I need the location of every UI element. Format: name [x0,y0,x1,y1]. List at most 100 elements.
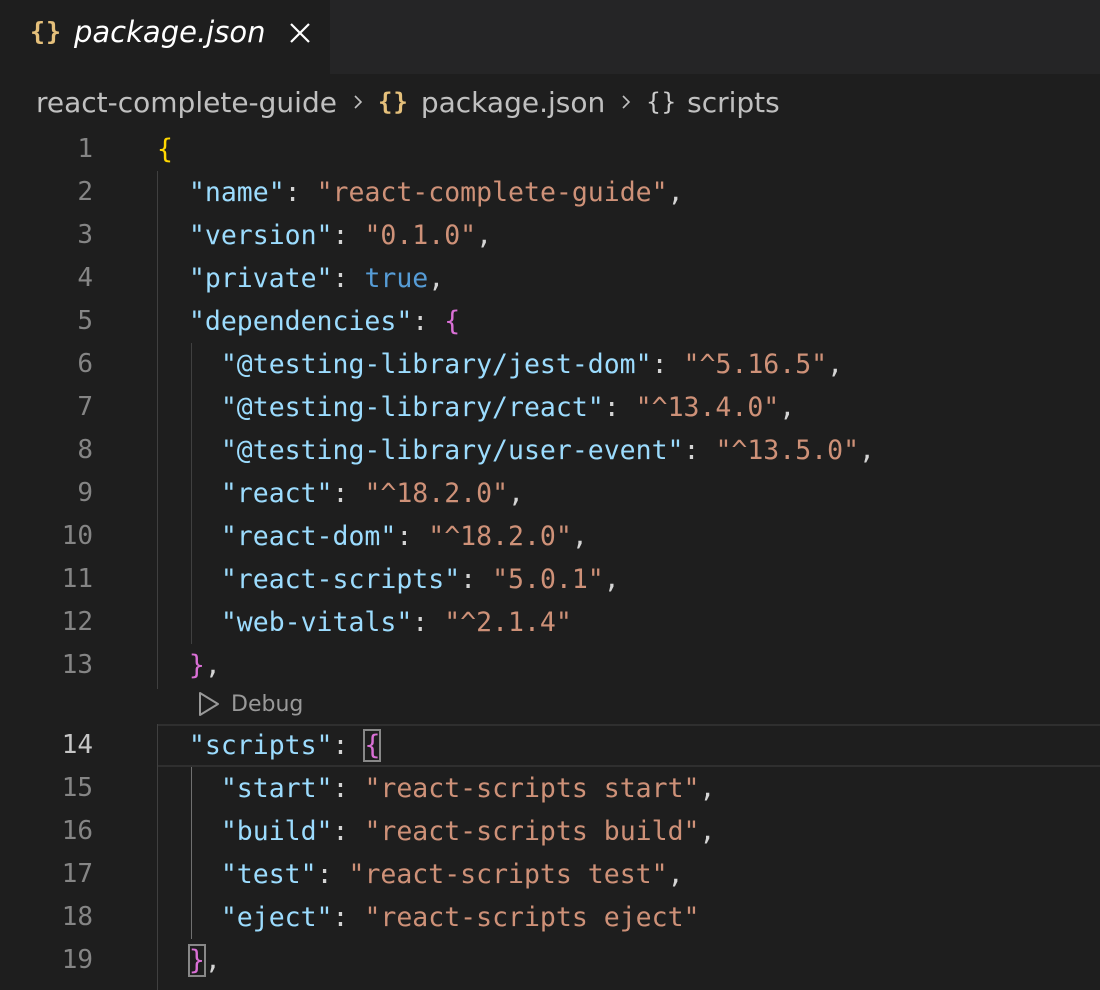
code-token: , [571,521,588,552]
line-number: 14 [61,730,93,760]
close-icon[interactable] [285,18,315,48]
code-token: "react-scripts test" [348,859,668,890]
code-line[interactable]: 17 "test": "react-scripts test", [0,853,1100,896]
code-token: : [332,902,365,933]
codelens-label: Debug [231,691,304,717]
code-token: "private" [188,263,333,294]
tab-package-json[interactable]: {} package.json [0,0,330,74]
code-token: , [859,435,875,466]
code-token: , [603,564,620,595]
code-token: , [779,392,796,423]
code-line[interactable]: 9 "react": "^18.2.0", [0,472,1100,515]
code-line[interactable]: 18 "eject": "react-scripts eject" [0,896,1100,939]
code-token: : [460,564,493,595]
code-token: "react" [220,478,333,509]
code-token: , [827,349,844,380]
breadcrumb-item-symbol[interactable]: scripts [687,86,780,119]
code-line[interactable]: 2 "name": "react-complete-guide", [0,171,1100,214]
code-token: "react-scripts build" [364,816,700,847]
object-braces-icon: {} [646,88,678,116]
code-line[interactable]: 19 }, [0,939,1100,982]
code-token: : [603,392,636,423]
json-braces-icon: {} [30,17,63,46]
code-token: : [651,349,684,380]
code-token: { [363,729,382,762]
code-text: "build": "react-scripts build", [157,810,716,853]
code-text: "test": "react-scripts test", [157,853,684,896]
code-token: : [332,478,365,509]
code-token: "start" [220,773,333,804]
code-token: "react-scripts" [220,564,461,595]
code-token: "build" [220,816,333,847]
code-token: "^18.2.0" [364,478,509,509]
code-line[interactable]: 8 "@testing-library/user-event": "^13.5.… [0,429,1100,472]
code-text: "@testing-library/user-event": "^13.5.0"… [157,429,875,472]
code-token: : [332,730,365,761]
code-token: "react-scripts start" [364,773,700,804]
play-outline-icon [199,692,219,716]
code-token: , [508,478,524,509]
code-token: , [667,859,684,890]
code-line[interactable]: 3 "version": "0.1.0", [0,214,1100,257]
code-token: "^13.5.0" [715,435,860,466]
code-token: : [396,521,429,552]
code-token: "name" [188,177,285,208]
code-line[interactable]: 10 "react-dom": "^18.2.0", [0,515,1100,558]
code-text: "eject": "react-scripts eject" [157,896,700,939]
code-token: , [699,816,716,847]
code-token: "test" [220,859,317,890]
line-number: 15 [61,773,93,803]
breadcrumb-item-folder[interactable]: react-complete-guide [36,86,337,119]
code-text: "react-dom": "^18.2.0", [157,515,588,558]
line-number: 9 [77,478,93,508]
line-number: 11 [61,564,93,594]
code-token: "react-complete-guide" [316,177,668,208]
code-editor[interactable]: Debug 1{2 "name": "react-complete-guide"… [0,128,1100,990]
code-text: "@testing-library/react": "^13.4.0", [157,386,795,429]
code-line[interactable]: 6 "@testing-library/jest-dom": "^5.16.5"… [0,343,1100,386]
code-token: , [428,263,445,294]
breadcrumb: react-complete-guide {} package.json {} … [36,84,780,120]
code-text: "web-vitals": "^2.1.4" [157,601,572,644]
code-token: "5.0.1" [492,564,604,595]
line-number: 13 [61,650,93,680]
code-token: "0.1.0" [364,220,477,251]
code-line[interactable]: 7 "@testing-library/react": "^13.4.0", [0,386,1100,429]
code-line[interactable]: 1{ [0,128,1100,171]
code-text: "start": "react-scripts start", [157,767,716,810]
code-token: : [332,263,365,294]
code-token: "^18.2.0" [428,521,572,552]
code-token: { [444,306,461,337]
code-line[interactable]: 4 "private": true, [0,257,1100,300]
chevron-right-icon [622,95,631,109]
chevron-right-icon [354,95,363,109]
code-token: true [364,263,429,294]
code-token: } [188,650,205,681]
code-line[interactable]: 13 }, [0,644,1100,687]
breadcrumb-item-file[interactable]: package.json [421,86,605,119]
code-token: : [332,773,365,804]
code-line[interactable]: 11 "react-scripts": "5.0.1", [0,558,1100,601]
code-line[interactable]: 16 "build": "react-scripts build", [0,810,1100,853]
line-number: 6 [77,349,93,379]
line-number: 8 [77,435,93,465]
code-token: , [476,220,493,251]
code-line[interactable]: 15 "start": "react-scripts start", [0,767,1100,810]
code-token: "@testing-library/react" [220,392,604,423]
code-line[interactable]: 12 "web-vitals": "^2.1.4" [0,601,1100,644]
code-line[interactable]: 5 "dependencies": { [0,300,1100,343]
codelens-debug[interactable]: Debug [197,691,303,717]
code-line[interactable]: 14 "scripts": { [0,724,1100,767]
